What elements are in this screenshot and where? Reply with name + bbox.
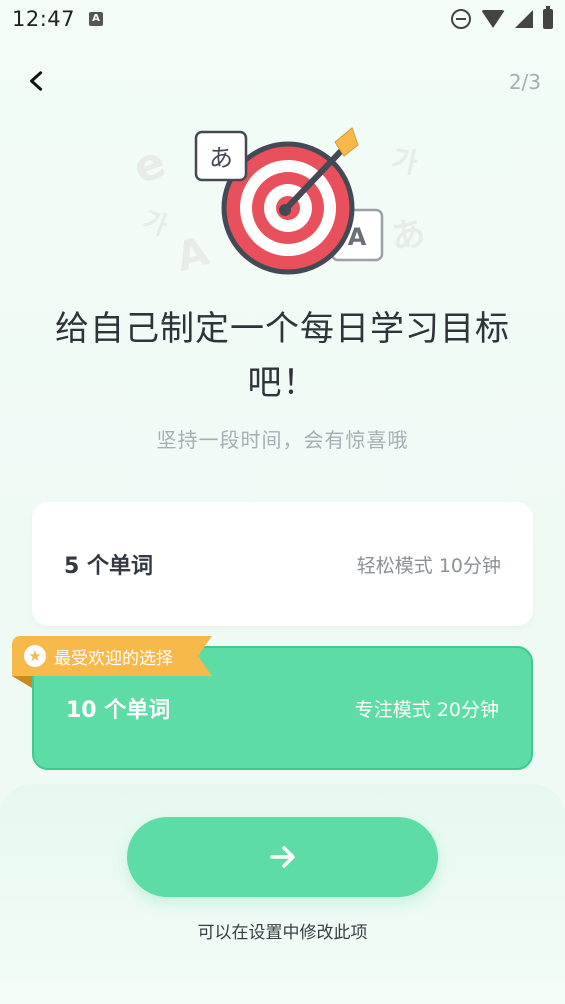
bg-letter-a: A [172,228,214,280]
page-title: 给自己制定一个每日学习目标吧！ [55,309,510,403]
bg-letter-e-1: e [130,136,172,194]
do-not-disturb-icon [451,9,471,29]
option-mode-label: 轻松模式 10分钟 [356,554,501,577]
option-mode-label: 专注模式 20分钟 [354,698,499,721]
goal-option-5-words[interactable]: 5 个单词 轻松模式 10分钟 [32,502,533,626]
option-word-count: 10 个单词 [66,698,171,723]
settings-hint: 可以在设置中修改此项 [197,923,368,943]
page-subtitle: 坚持一段时间，会有惊喜哦 [156,428,409,452]
chevron-left-icon [30,71,43,91]
status-right [451,6,553,29]
badge-ribbon-tail [12,676,32,688]
next-button[interactable] [127,817,438,897]
target-illustration: e e 가 가 A あ A [127,120,440,290]
cellular-signal-icon [515,10,533,28]
back-button[interactable] [20,64,54,98]
bg-letter-ga-2: 가 [139,206,172,242]
option-word-count: 5 个单词 [64,554,153,579]
popular-choice-label: 最受欢迎的选择 [54,648,173,669]
battery-icon [543,6,553,29]
svg-text:あ: あ [209,144,233,172]
wifi-icon [481,10,505,28]
arrow-right-icon [269,846,295,868]
page: 12:47 A 2/3 e e 가 가 A あ [0,0,565,1004]
bg-letter-hiragana: あ [388,213,428,258]
step-indicator: 2/3 [508,70,541,94]
star-icon: ★ [24,645,46,667]
status-time: 12:47 [12,7,76,31]
status-left: 12:47 A [12,7,104,31]
status-bar: 12:47 A [0,0,565,38]
popular-choice-badge: ★ 最受欢迎的选择 [12,636,212,676]
bg-letter-ga-1: 가 [389,143,421,181]
app-notification-icon: A [89,12,104,26]
hiragana-card: あ [194,130,248,182]
